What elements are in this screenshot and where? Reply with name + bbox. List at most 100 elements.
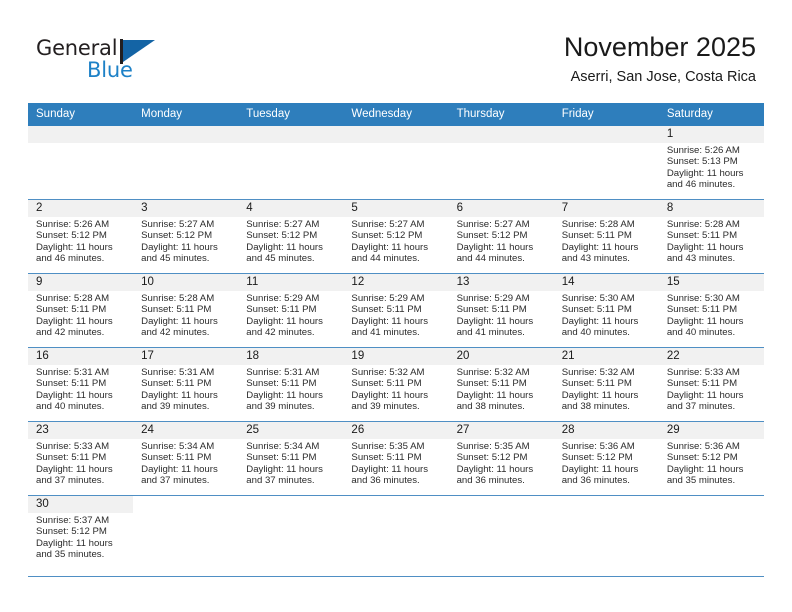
day-cell[interactable]: 1 Sunrise: 5:26 AM Sunset: 5:13 PM Daylight… xyxy=(658,126,764,199)
day-cell-empty xyxy=(343,496,449,576)
day-number: 13 xyxy=(448,274,554,291)
daylight-text: Daylight: 11 hours and 40 minutes. xyxy=(36,389,113,413)
sunrise-text: Sunrise: 5:37 AM xyxy=(36,515,110,526)
day-number: 23 xyxy=(28,422,134,439)
day-cell[interactable]: 5 Sunrise: 5:27 AM Sunset: 5:12 PM Daylight… xyxy=(343,200,449,273)
day-cell[interactable]: 20 Sunrise: 5:32 AM Sunset: 5:11 PM Dayligh… xyxy=(448,348,554,421)
day-cell[interactable]: 27 Sunrise: 5:35 AM Sunset: 5:12 PM Dayligh… xyxy=(448,422,554,495)
day-cell[interactable]: 11 Sunrise: 5:29 AM Sunset: 5:11 PM Dayligh… xyxy=(238,274,344,347)
day-details: Sunrise: 5:26 AM Sunset: 5:13 PM Daylight:… xyxy=(659,143,764,191)
day-cell[interactable]: 17 Sunrise: 5:31 AM Sunset: 5:11 PM Dayligh… xyxy=(133,348,239,421)
daylight-text: Daylight: 11 hours and 45 minutes. xyxy=(246,241,323,265)
day-cell[interactable]: 14 Sunrise: 5:30 AM Sunset: 5:11 PM Dayligh… xyxy=(553,274,659,347)
sunrise-text: Sunrise: 5:29 AM xyxy=(246,293,320,304)
day-cell[interactable]: 13 Sunrise: 5:29 AM Sunset: 5:11 PM Dayligh… xyxy=(448,274,554,347)
sunrise-text: Sunrise: 5:35 AM xyxy=(351,441,425,452)
day-cell[interactable]: 21 Sunrise: 5:32 AM Sunset: 5:11 PM Dayligh… xyxy=(553,348,659,421)
sunrise-text: Sunrise: 5:28 AM xyxy=(141,293,215,304)
day-number: 18 xyxy=(238,348,344,365)
day-cell-empty xyxy=(238,126,344,199)
calendar-body: 1 Sunrise: 5:26 AM Sunset: 5:13 PM Daylight… xyxy=(28,126,764,577)
sunrise-text: Sunrise: 5:28 AM xyxy=(561,219,635,230)
sunset-text: Sunset: 5:11 PM xyxy=(561,230,632,242)
day-cell[interactable]: 8 Sunrise: 5:28 AM Sunset: 5:11 PM Daylight… xyxy=(658,200,764,273)
day-cell[interactable]: 16 Sunrise: 5:31 AM Sunset: 5:11 PM Dayligh… xyxy=(28,348,134,421)
day-number xyxy=(133,126,239,143)
sunset-text: Sunset: 5:12 PM xyxy=(246,230,318,242)
day-number: 20 xyxy=(448,348,554,365)
sunset-text: Sunset: 5:11 PM xyxy=(141,452,212,464)
day-cell[interactable]: 19 Sunrise: 5:32 AM Sunset: 5:11 PM Dayligh… xyxy=(343,348,449,421)
day-number: 10 xyxy=(133,274,239,291)
day-cell[interactable]: 7 Sunrise: 5:28 AM Sunset: 5:11 PM Daylight… xyxy=(553,200,659,273)
week-row: 30 Sunrise: 5:37 AM Sunset: 5:12 PM Dayligh… xyxy=(28,496,764,577)
sunset-text: Sunset: 5:12 PM xyxy=(351,230,423,242)
daylight-text: Daylight: 11 hours and 38 minutes. xyxy=(561,389,639,413)
day-cell[interactable]: 10 Sunrise: 5:28 AM Sunset: 5:11 PM Dayligh… xyxy=(133,274,239,347)
sunset-text: Sunset: 5:11 PM xyxy=(36,378,107,390)
daylight-text: Daylight: 11 hours and 42 minutes. xyxy=(141,315,218,339)
day-details: Sunrise: 5:27 AM Sunset: 5:12 PM Daylight:… xyxy=(133,217,238,265)
sunrise-text: Sunrise: 5:36 AM xyxy=(561,441,635,452)
day-number: 19 xyxy=(343,348,449,365)
sunset-text: Sunset: 5:11 PM xyxy=(666,378,738,390)
generalblue-logo[interactable]: General Blue xyxy=(36,38,166,90)
day-cell[interactable]: 9 Sunrise: 5:28 AM Sunset: 5:11 PM Daylight… xyxy=(28,274,134,347)
daylight-text: Daylight: 11 hours and 42 minutes. xyxy=(246,315,323,339)
day-cell[interactable]: 6 Sunrise: 5:27 AM Sunset: 5:12 PM Daylight… xyxy=(448,200,554,273)
page-title: November 2025 xyxy=(563,32,756,62)
day-details: Sunrise: 5:37 AM Sunset: 5:12 PM Daylight:… xyxy=(28,513,133,561)
day-cell[interactable]: 22 Sunrise: 5:33 AM Sunset: 5:11 PM Dayligh… xyxy=(658,348,764,421)
day-details: Sunrise: 5:36 AM Sunset: 5:12 PM Daylight:… xyxy=(554,439,659,487)
day-details: Sunrise: 5:29 AM Sunset: 5:11 PM Daylight:… xyxy=(238,291,343,339)
day-cell[interactable]: 29 Sunrise: 5:36 AM Sunset: 5:12 PM Dayligh… xyxy=(658,422,764,495)
daylight-text: Daylight: 11 hours and 41 minutes. xyxy=(351,315,429,339)
sunset-text: Sunset: 5:11 PM xyxy=(561,378,632,390)
sunrise-text: Sunrise: 5:33 AM xyxy=(36,441,110,452)
day-cell[interactable]: 30 Sunrise: 5:37 AM Sunset: 5:12 PM Dayligh… xyxy=(28,496,134,576)
day-cell[interactable]: 15 Sunrise: 5:30 AM Sunset: 5:11 PM Dayligh… xyxy=(658,274,764,347)
daylight-text: Daylight: 11 hours and 40 minutes. xyxy=(666,315,744,339)
daylight-text: Daylight: 11 hours and 37 minutes. xyxy=(666,389,744,413)
day-number: 16 xyxy=(28,348,134,365)
sunrise-text: Sunrise: 5:34 AM xyxy=(141,441,215,452)
day-cell[interactable]: 2 Sunrise: 5:26 AM Sunset: 5:12 PM Daylight… xyxy=(28,200,134,273)
daylight-text: Daylight: 11 hours and 46 minutes. xyxy=(36,241,113,265)
day-cell[interactable]: 24 Sunrise: 5:34 AM Sunset: 5:11 PM Dayligh… xyxy=(133,422,239,495)
day-details: Sunrise: 5:27 AM Sunset: 5:12 PM Daylight:… xyxy=(343,217,448,265)
title-block: November 2025 Aserri, San Jose, Costa Ri… xyxy=(564,32,756,86)
sunset-text: Sunset: 5:12 PM xyxy=(666,452,738,464)
day-cell[interactable]: 12 Sunrise: 5:29 AM Sunset: 5:11 PM Dayligh… xyxy=(343,274,449,347)
day-cell[interactable]: 28 Sunrise: 5:36 AM Sunset: 5:12 PM Dayligh… xyxy=(553,422,659,495)
day-cell[interactable]: 26 Sunrise: 5:35 AM Sunset: 5:11 PM Dayligh… xyxy=(343,422,449,495)
day-details: Sunrise: 5:29 AM Sunset: 5:11 PM Daylight:… xyxy=(343,291,448,339)
day-cell-empty xyxy=(448,126,554,199)
day-details: Sunrise: 5:27 AM Sunset: 5:12 PM Daylight:… xyxy=(449,217,554,265)
daylight-text: Daylight: 11 hours and 37 minutes. xyxy=(141,463,218,487)
day-number: 22 xyxy=(658,348,764,365)
week-row: 9 Sunrise: 5:28 AM Sunset: 5:11 PM Daylight… xyxy=(28,274,764,348)
daylight-text: Daylight: 11 hours and 35 minutes. xyxy=(666,463,744,487)
sunrise-text: Sunrise: 5:32 AM xyxy=(456,367,530,378)
day-cell[interactable]: 4 Sunrise: 5:27 AM Sunset: 5:12 PM Daylight… xyxy=(238,200,344,273)
sunrise-text: Sunrise: 5:27 AM xyxy=(456,219,530,230)
day-details: Sunrise: 5:36 AM Sunset: 5:12 PM Daylight:… xyxy=(659,439,764,487)
sunset-text: Sunset: 5:11 PM xyxy=(456,378,527,390)
day-number xyxy=(553,126,659,143)
day-number: 1 xyxy=(658,126,764,143)
weekday-header-saturday: Saturday xyxy=(666,108,713,120)
day-details: Sunrise: 5:34 AM Sunset: 5:11 PM Daylight:… xyxy=(238,439,343,487)
sunrise-text: Sunrise: 5:31 AM xyxy=(246,367,320,378)
day-details: Sunrise: 5:35 AM Sunset: 5:12 PM Daylight:… xyxy=(449,439,554,487)
sunset-text: Sunset: 5:11 PM xyxy=(141,304,212,316)
day-cell[interactable]: 3 Sunrise: 5:27 AM Sunset: 5:12 PM Daylight… xyxy=(133,200,239,273)
daylight-text: Daylight: 11 hours and 44 minutes. xyxy=(456,241,534,265)
day-cell[interactable]: 23 Sunrise: 5:33 AM Sunset: 5:11 PM Dayligh… xyxy=(28,422,134,495)
week-row: 2 Sunrise: 5:26 AM Sunset: 5:12 PM Daylight… xyxy=(28,200,764,274)
day-cell[interactable]: 18 Sunrise: 5:31 AM Sunset: 5:11 PM Dayligh… xyxy=(238,348,344,421)
day-number: 14 xyxy=(553,274,659,291)
day-number: 25 xyxy=(238,422,344,439)
day-details: Sunrise: 5:28 AM Sunset: 5:11 PM Daylight:… xyxy=(554,217,659,265)
day-cell[interactable]: 25 Sunrise: 5:34 AM Sunset: 5:11 PM Dayligh… xyxy=(238,422,344,495)
sunrise-text: Sunrise: 5:31 AM xyxy=(36,367,110,378)
